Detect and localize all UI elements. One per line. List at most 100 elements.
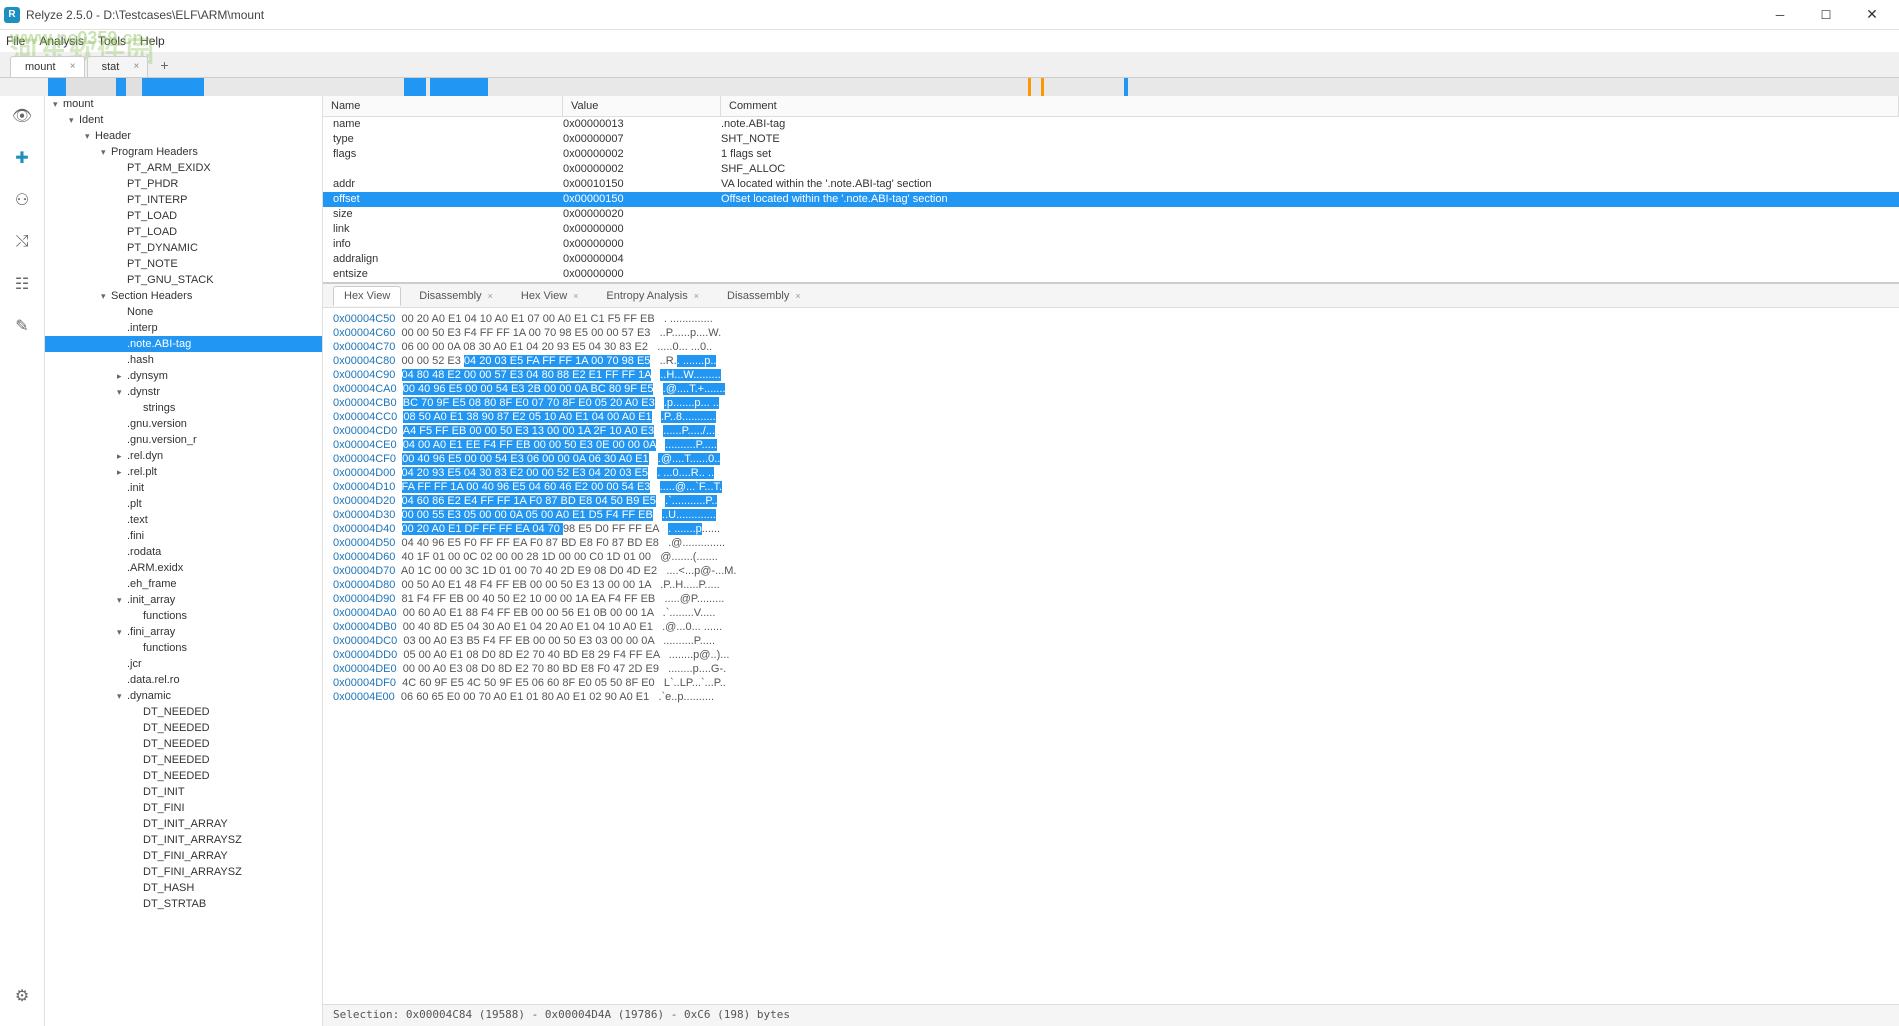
tree-node[interactable]: .text <box>45 512 322 528</box>
segment[interactable] <box>1044 78 1124 96</box>
prop-header-name[interactable]: Name <box>323 96 563 116</box>
tree-node[interactable]: ▸.rel.dyn <box>45 448 322 464</box>
tree-expand-icon[interactable]: ▾ <box>69 113 79 127</box>
hex-row[interactable]: 0x00004D80 00 50 A0 E1 48 F4 FF EB 00 00… <box>333 578 1889 592</box>
segment[interactable] <box>116 78 126 96</box>
hex-row[interactable]: 0x00004D30 00 00 55 E3 05 00 00 0A 05 00… <box>333 508 1889 522</box>
tree-node[interactable]: DT_FINI_ARRAYSZ <box>45 864 322 880</box>
prop-header-comment[interactable]: Comment <box>721 96 1899 116</box>
tree-node[interactable]: PT_GNU_STACK <box>45 272 322 288</box>
tree-node[interactable]: ▾.init_array <box>45 592 322 608</box>
hex-row[interactable]: 0x00004CD0 A4 F5 FF EB 00 00 50 E3 13 00… <box>333 424 1889 438</box>
tree-node[interactable]: ▾Ident <box>45 112 322 128</box>
hex-row[interactable]: 0x00004D20 04 60 86 E2 E4 FF FF 1A F0 87… <box>333 494 1889 508</box>
property-row[interactable]: 0x00000002SHF_ALLOC <box>323 162 1899 177</box>
tree-node[interactable]: ▾.fini_array <box>45 624 322 640</box>
segment[interactable] <box>488 78 1028 96</box>
property-row[interactable]: addralign0x00000004 <box>323 252 1899 267</box>
tree-node[interactable]: functions <box>45 608 322 624</box>
tree-node[interactable]: ▾Program Headers <box>45 144 322 160</box>
segment[interactable] <box>404 78 426 96</box>
tree-node[interactable]: .plt <box>45 496 322 512</box>
tree-node[interactable]: DT_STRTAB <box>45 896 322 912</box>
tree-node[interactable]: ▾Section Headers <box>45 288 322 304</box>
menu-analysis[interactable]: Analysis <box>39 34 84 48</box>
close-button[interactable]: ✕ <box>1849 0 1895 30</box>
tree-node[interactable]: .data.rel.ro <box>45 672 322 688</box>
tree-expand-icon[interactable]: ▾ <box>101 289 111 303</box>
segment[interactable] <box>142 78 204 96</box>
structure-icon[interactable]: ⚇ <box>10 188 34 212</box>
hex-row[interactable]: 0x00004CE0 04 00 A0 E1 EE F4 FF EB 00 00… <box>333 438 1889 452</box>
hex-row[interactable]: 0x00004CF0 00 40 96 E5 00 00 54 E3 06 00… <box>333 452 1889 466</box>
maximize-button[interactable]: ☐ <box>1803 0 1849 30</box>
hex-row[interactable]: 0x00004DA0 00 60 A0 E1 88 F4 FF EB 00 00… <box>333 606 1889 620</box>
hex-row[interactable]: 0x00004CC0 08 50 A0 E1 38 90 87 E2 05 10… <box>333 410 1889 424</box>
property-row[interactable]: info0x00000000 <box>323 237 1899 252</box>
tree-node[interactable]: .ARM.exidx <box>45 560 322 576</box>
stack-icon[interactable]: ☷ <box>10 272 34 296</box>
hex-row[interactable]: 0x00004DB0 00 40 8D E5 04 30 A0 E1 04 20… <box>333 620 1889 634</box>
tree-node[interactable]: strings <box>45 400 322 416</box>
tree-node[interactable]: .hash <box>45 352 322 368</box>
tree-node[interactable]: DT_NEEDED <box>45 752 322 768</box>
tree-expand-icon[interactable]: ▾ <box>117 593 127 607</box>
tree-node[interactable]: DT_INIT_ARRAYSZ <box>45 832 322 848</box>
tree-node[interactable]: DT_NEEDED <box>45 704 322 720</box>
tree-expand-icon[interactable]: ▾ <box>53 97 63 111</box>
hex-view[interactable]: 0x00004C50 00 20 A0 E1 04 10 A0 E1 07 00… <box>323 308 1899 1004</box>
hex-row[interactable]: 0x00004C80 00 00 52 E3 04 20 03 E5 FA FF… <box>333 354 1889 368</box>
hex-row[interactable]: 0x00004D90 81 F4 FF EB 00 40 50 E2 10 00… <box>333 592 1889 606</box>
tree-expand-icon[interactable]: ▾ <box>117 689 127 703</box>
hex-row[interactable]: 0x00004CB0 BC 70 9F E5 08 80 8F E0 07 70… <box>333 396 1889 410</box>
segment[interactable] <box>48 78 66 96</box>
tree-expand-icon[interactable]: ▾ <box>117 385 127 399</box>
tree-node[interactable]: .gnu.version_r <box>45 432 322 448</box>
menu-help[interactable]: Help <box>140 34 165 48</box>
tree-node[interactable]: DT_INIT_ARRAY <box>45 816 322 832</box>
tree-node[interactable]: DT_FINI_ARRAY <box>45 848 322 864</box>
property-row[interactable]: name0x00000013.note.ABI-tag <box>323 117 1899 132</box>
tree-node[interactable]: None <box>45 304 322 320</box>
bottom-tab[interactable]: Hex View <box>333 286 401 306</box>
tree-node[interactable]: .fini <box>45 528 322 544</box>
hex-row[interactable]: 0x00004C70 06 00 00 0A 08 30 A0 E1 04 20… <box>333 340 1889 354</box>
tree-node[interactable]: ▸.rel.plt <box>45 464 322 480</box>
bottom-tab[interactable]: Hex View× <box>511 287 589 305</box>
hex-row[interactable]: 0x00004D40 00 20 A0 E1 DF FF FF EA 04 70… <box>333 522 1889 536</box>
tree-node[interactable]: DT_NEEDED <box>45 720 322 736</box>
tree-node[interactable]: .eh_frame <box>45 576 322 592</box>
tree-node[interactable]: functions <box>45 640 322 656</box>
segment[interactable] <box>1128 78 1508 96</box>
tree-node[interactable]: DT_HASH <box>45 880 322 896</box>
plugin-icon[interactable]: ✚ <box>10 146 34 170</box>
hex-row[interactable]: 0x00004DE0 00 00 A0 E3 08 D0 8D E2 70 80… <box>333 662 1889 676</box>
tree-node[interactable]: .rodata <box>45 544 322 560</box>
hex-row[interactable]: 0x00004C90 04 80 48 E2 00 00 57 E3 04 80… <box>333 368 1889 382</box>
tab-close-icon[interactable]: × <box>133 61 139 72</box>
tree-expand-icon[interactable]: ▸ <box>117 369 127 383</box>
property-row[interactable]: offset0x00000150Offset located within th… <box>323 192 1899 207</box>
segment-bar[interactable] <box>0 78 1899 96</box>
tab-close-icon[interactable]: × <box>795 291 800 301</box>
edit-icon[interactable]: ✎ <box>10 314 34 338</box>
prop-header-value[interactable]: Value <box>563 96 721 116</box>
tab-close-icon[interactable]: × <box>70 61 76 72</box>
hex-row[interactable]: 0x00004C60 00 00 50 E3 F4 FF FF 1A 00 70… <box>333 326 1889 340</box>
tab-close-icon[interactable]: × <box>573 291 578 301</box>
property-row[interactable]: type0x00000007SHT_NOTE <box>323 132 1899 147</box>
tree-node[interactable]: PT_LOAD <box>45 208 322 224</box>
bottom-tab[interactable]: Disassembly× <box>717 287 811 305</box>
segment[interactable] <box>204 78 404 96</box>
hex-row[interactable]: 0x00004D50 04 40 96 E5 F0 FF FF EA F0 87… <box>333 536 1889 550</box>
tree-node[interactable]: ▸.dynsym <box>45 368 322 384</box>
property-row[interactable]: size0x00000020 <box>323 207 1899 222</box>
tree-node[interactable]: .interp <box>45 320 322 336</box>
property-row[interactable]: flags0x000000021 flags set <box>323 147 1899 162</box>
property-row[interactable]: link0x00000000 <box>323 222 1899 237</box>
segment[interactable] <box>430 78 488 96</box>
tree-node[interactable]: .note.ABI-tag <box>45 336 322 352</box>
tree-node[interactable]: DT_NEEDED <box>45 736 322 752</box>
segment[interactable] <box>1031 78 1041 96</box>
menu-tools[interactable]: Tools <box>98 34 126 48</box>
